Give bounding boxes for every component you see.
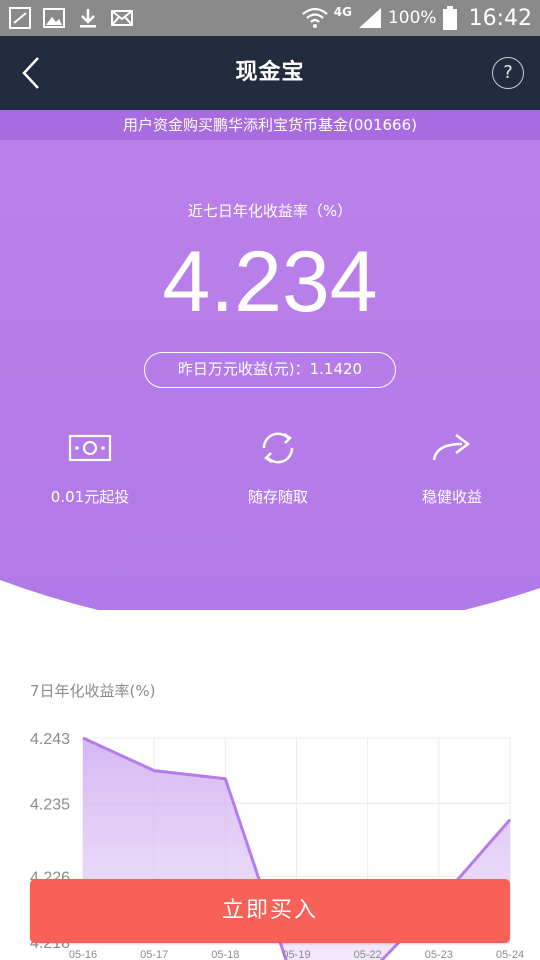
fund-notice: 用户资金购买鹏华添利宝货币基金(001666) <box>0 110 540 140</box>
refresh-icon <box>262 432 294 464</box>
x-tick-label: 05-16 <box>69 949 97 960</box>
rate-value: 4.234 <box>162 234 378 330</box>
feature-min-invest: 0.01元起投 <box>0 428 180 507</box>
feature-label: 随存随取 <box>247 488 308 506</box>
status-bar: 4G 100% 16:42 <box>0 0 540 36</box>
signal-icon <box>358 8 381 28</box>
cash-icon <box>68 434 112 462</box>
x-tick-label: 05-24 <box>496 949 524 960</box>
share-arrow-icon <box>432 434 471 461</box>
feature-label: 稳健收益 <box>421 488 482 506</box>
x-tick-label: 05-23 <box>425 949 453 960</box>
wifi-icon <box>302 7 328 28</box>
page-title: 现金宝 <box>235 60 305 85</box>
notification-app-icon <box>9 7 31 29</box>
mail-icon <box>111 10 133 26</box>
feature-flexible: 随存随取 <box>188 428 368 507</box>
hero-wave <box>0 580 540 610</box>
y-tick-label: 4.243 <box>30 731 70 748</box>
chart-title: 7日年化收益率(%) <box>30 682 156 700</box>
feature-label: 0.01元起投 <box>50 488 130 506</box>
yesterday-earnings: 昨日万元收益(元)：1.1420 <box>144 352 396 388</box>
x-tick-label: 05-18 <box>211 949 239 960</box>
battery-icon <box>442 6 457 30</box>
battery-percent: 100% <box>387 8 437 28</box>
feature-stable-yield: 稳健收益 <box>362 428 540 507</box>
x-tick-label: 05-19 <box>282 949 310 960</box>
hero-panel: 用户资金购买鹏华添利宝货币基金(001666) 近七日年化收益率（%） 4.23… <box>0 110 540 610</box>
x-tick-label: 05-17 <box>140 949 168 960</box>
buy-now-button[interactable]: 立即买入 <box>30 879 510 943</box>
rate-label: 近七日年化收益率（%） <box>187 202 353 220</box>
nav-bar: 现金宝 ? <box>0 36 540 110</box>
clock: 16:42 <box>468 5 532 31</box>
help-icon[interactable]: ? <box>492 57 524 89</box>
image-icon <box>43 8 65 28</box>
x-tick-label: 05-22 <box>354 949 382 960</box>
y-tick-label: 4.235 <box>30 796 70 813</box>
download-icon <box>80 9 96 28</box>
network-type: 4G <box>333 5 352 19</box>
